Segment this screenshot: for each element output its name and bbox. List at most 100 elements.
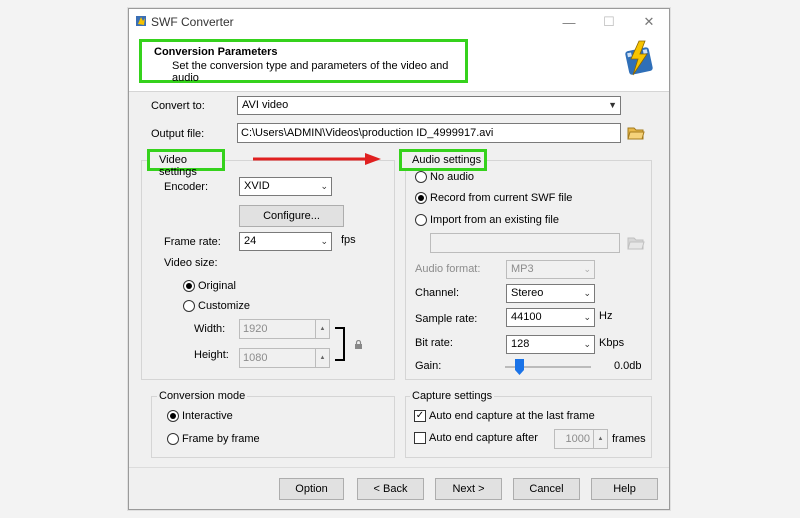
encoder-select[interactable]: XVID ⌄ <box>239 177 332 196</box>
auto-end-last-checkbox[interactable]: ✓ <box>414 410 426 422</box>
auto-end-last-label: Auto end capture at the last frame <box>429 410 595 422</box>
sample-rate-select[interactable]: 44100 ⌄ <box>506 308 595 327</box>
auto-end-after-label: Auto end capture after <box>429 432 538 444</box>
kbps-label: Kbps <box>599 337 625 349</box>
convert-to-select[interactable]: AVI video ▼ <box>237 96 621 115</box>
chevron-down-icon: ▼ <box>608 100 617 110</box>
frames-value: 1000 <box>565 433 590 445</box>
output-file-input[interactable]: C:\Users\ADMIN\Videos\production ID_4999… <box>237 123 621 143</box>
sample-rate-label: Sample rate: <box>415 313 478 325</box>
frame-rate-value: 24 <box>244 235 257 247</box>
aspect-link-bracket <box>335 327 345 361</box>
bit-rate-select[interactable]: 128 ⌄ <box>506 335 595 354</box>
audio-settings-annotation: Audio settings <box>399 149 487 171</box>
import-file-label: Import from an existing file <box>430 214 559 226</box>
red-arrow-annotation <box>253 153 381 165</box>
lock-icon[interactable] <box>354 340 363 350</box>
configure-button[interactable]: Configure... <box>239 205 344 227</box>
channel-label: Channel: <box>415 287 460 299</box>
encoder-label: Encoder: <box>164 181 209 193</box>
channel-select[interactable]: Stereo ⌄ <box>506 284 595 303</box>
record-swf-label: Record from current SWF file <box>430 192 573 204</box>
width-spinner[interactable]: ▲▼ <box>315 320 329 338</box>
width-label: Width: <box>194 323 226 335</box>
customize-radio[interactable] <box>183 300 195 312</box>
back-button[interactable]: < Back <box>357 478 424 500</box>
app-icon <box>136 16 146 26</box>
height-label: Height: <box>194 349 229 361</box>
height-value: 1080 <box>243 352 268 364</box>
frame-rate-label: Frame rate: <box>164 236 221 248</box>
original-label: Original <box>198 280 236 292</box>
customize-label: Customize <box>198 300 250 312</box>
width-value: 1920 <box>243 323 268 335</box>
capture-settings-group <box>405 396 652 458</box>
footer-divider <box>129 467 669 468</box>
conversion-mode-label: Conversion mode <box>157 390 248 402</box>
convert-to-label: Convert to: <box>151 100 205 112</box>
video-settings-label: Video settings <box>159 154 197 178</box>
frame-rate-select[interactable]: 24 ⌄ <box>239 232 332 251</box>
bit-rate-label: Bit rate: <box>415 337 453 349</box>
video-settings-annotation: Video settings <box>147 149 225 178</box>
window-title: SWF Converter <box>151 15 234 29</box>
auto-end-after-checkbox[interactable] <box>414 432 426 444</box>
width-input[interactable]: 1920 ▲▼ <box>239 319 330 339</box>
height-input[interactable]: 1080 ▲▼ <box>239 348 330 368</box>
no-audio-label: No audio <box>430 171 475 183</box>
wizard-header: Conversion Parameters Set the conversion… <box>129 35 669 92</box>
sample-rate-value: 44100 <box>511 311 542 323</box>
title-bar: SWF Converter — ☐ ✕ <box>129 9 669 35</box>
gain-value: 0.0db <box>614 360 642 372</box>
cancel-button[interactable]: Cancel <box>513 478 580 500</box>
audio-format-select[interactable]: MP3 ⌄ <box>506 260 595 279</box>
gain-slider-thumb[interactable] <box>515 359 524 375</box>
frames-input[interactable]: 1000 ▲▼ <box>554 429 608 449</box>
video-size-label: Video size: <box>164 257 218 269</box>
chevron-down-icon: ⌄ <box>583 312 591 322</box>
help-button[interactable]: Help <box>591 478 658 500</box>
header-subtitle: Set the conversion type and parameters o… <box>172 60 449 84</box>
frames-label: frames <box>612 433 646 445</box>
record-swf-radio[interactable] <box>415 192 427 204</box>
folder-open-icon[interactable] <box>627 235 645 251</box>
option-button[interactable]: Option <box>279 478 344 500</box>
folder-open-icon[interactable] <box>627 125 645 141</box>
original-radio[interactable] <box>183 280 195 292</box>
hz-label: Hz <box>599 310 613 322</box>
next-button[interactable]: Next > <box>435 478 502 500</box>
close-button[interactable]: ✕ <box>629 9 669 35</box>
output-file-value: C:\Users\ADMIN\Videos\production ID_4999… <box>241 127 494 139</box>
interactive-label: Interactive <box>182 410 233 422</box>
frame-by-frame-radio[interactable] <box>167 433 179 445</box>
capture-settings-label: Capture settings <box>410 390 495 402</box>
interactive-radio[interactable] <box>167 410 179 422</box>
audio-settings-label: Audio settings <box>412 154 482 166</box>
channel-value: Stereo <box>511 287 544 299</box>
chevron-down-icon: ⌄ <box>583 339 591 349</box>
convert-to-value: AVI video <box>242 99 289 111</box>
maximize-button[interactable]: ☐ <box>589 9 629 35</box>
no-audio-radio[interactable] <box>415 171 427 183</box>
header-annotation-box: Conversion Parameters Set the conversion… <box>139 39 468 84</box>
gain-label: Gain: <box>415 360 442 372</box>
bit-rate-value: 128 <box>511 338 530 350</box>
fps-label: fps <box>341 234 356 246</box>
height-spinner[interactable]: ▲▼ <box>315 349 329 367</box>
frames-spinner[interactable]: ▲▼ <box>593 430 607 448</box>
lightning-film-icon <box>625 40 653 76</box>
audio-format-value: MP3 <box>511 263 534 275</box>
header-title: Conversion Parameters <box>154 46 278 58</box>
chevron-down-icon: ⌄ <box>320 236 328 246</box>
conversion-mode-group <box>151 396 395 458</box>
swf-converter-window: SWF Converter — ☐ ✕ Conversion Parameter… <box>128 8 670 510</box>
chevron-down-icon: ⌄ <box>320 181 328 191</box>
output-file-label: Output file: <box>151 128 205 140</box>
audio-file-input[interactable] <box>430 233 620 253</box>
import-file-radio[interactable] <box>415 214 427 226</box>
frame-by-frame-label: Frame by frame <box>182 433 260 445</box>
audio-format-label: Audio format: <box>415 263 481 275</box>
chevron-down-icon: ⌄ <box>583 264 591 274</box>
minimize-button[interactable]: — <box>549 9 589 35</box>
chevron-down-icon: ⌄ <box>583 288 591 298</box>
